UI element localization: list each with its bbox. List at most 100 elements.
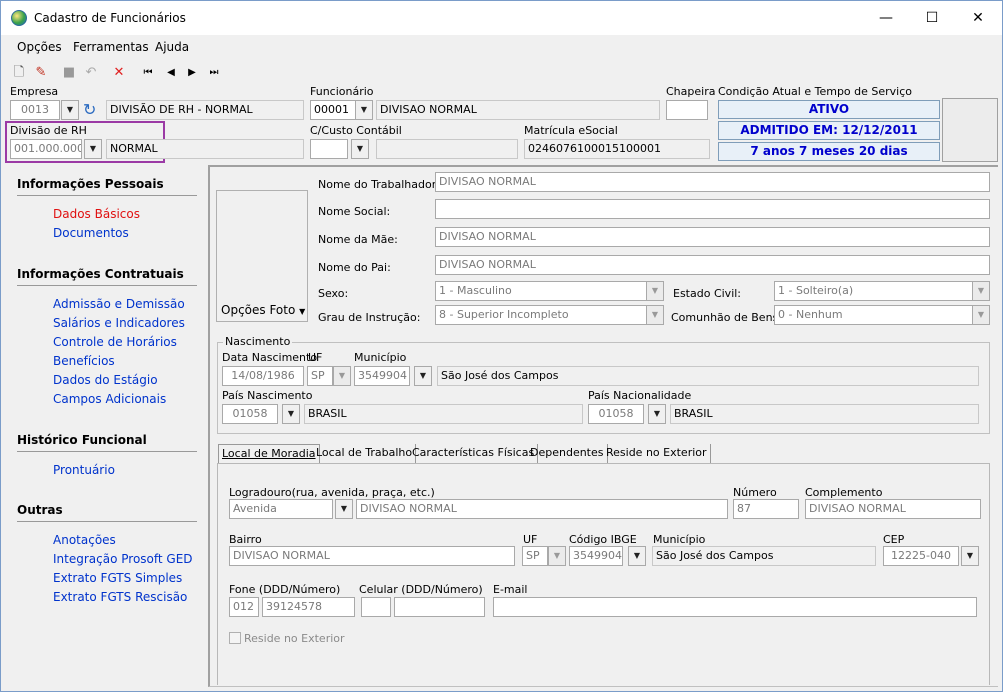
nome-mae-label: Nome da Mãe: <box>318 233 398 246</box>
menu-ferramentas[interactable]: Ferramentas <box>73 40 149 54</box>
grau-instrucao-select[interactable]: 8 - Superior Incompleto <box>435 305 647 325</box>
empresa-dropdown-button[interactable]: ▼ <box>61 100 79 120</box>
sexo-select[interactable]: 1 - Masculino <box>435 281 647 301</box>
municipio-nascimento-code[interactable]: 3549904 <box>354 366 410 386</box>
nome-pai-field[interactable]: DIVISAO NORMAL <box>435 255 990 275</box>
chapeira-field[interactable] <box>666 100 708 120</box>
grau-instrucao-dropdown-button[interactable]: ▼ <box>646 305 664 325</box>
municipio-nascimento-name: São José dos Campos <box>437 366 979 386</box>
new-icon[interactable]: 🗋 <box>11 65 27 81</box>
uf-moradia-dropdown-button[interactable]: ▼ <box>548 546 566 566</box>
condicao-label: Condição Atual e Tempo de Serviço <box>718 85 913 98</box>
ccusto-code-field[interactable] <box>310 139 348 159</box>
chapeira-label: Chapeira <box>666 85 716 98</box>
nav-dados-estagio[interactable]: Dados do Estágio <box>53 373 158 387</box>
divisao-dropdown-button[interactable]: ▼ <box>84 139 102 159</box>
grau-instrucao-label: Grau de Instrução: <box>318 311 421 324</box>
cep-field[interactable]: 12225-040 <box>883 546 959 566</box>
tab-dependentes[interactable]: Dependentes <box>527 444 608 464</box>
menu-bar <box>1 37 1002 57</box>
logradouro-tipo-dropdown-button[interactable]: ▼ <box>335 499 353 519</box>
estado-civil-select[interactable]: 1 - Solteiro(a) <box>774 281 973 301</box>
email-field[interactable] <box>493 597 977 617</box>
nav-dados-basicos[interactable]: Dados Básicos <box>53 207 140 221</box>
pais-nacionalidade-code[interactable]: 01058 <box>588 404 644 424</box>
nav-anotacoes[interactable]: Anotações <box>53 533 116 547</box>
divisao-label: Divisão de RH <box>10 124 87 137</box>
nav-controle-horarios[interactable]: Controle de Horários <box>53 335 177 349</box>
nav-admissao-demissao[interactable]: Admissão e Demissão <box>53 297 185 311</box>
nav-campos-adicionais[interactable]: Campos Adicionais <box>53 392 166 406</box>
codigo-ibge-dropdown-button[interactable]: ▼ <box>628 546 646 566</box>
nav-documentos[interactable]: Documentos <box>53 226 129 240</box>
empresa-code-field[interactable]: 0013 <box>10 100 60 120</box>
uf-moradia-select[interactable]: SP <box>522 546 548 566</box>
funcionario-label: Funcionário <box>310 85 374 98</box>
data-nascimento-field[interactable]: 14/08/1986 <box>222 366 304 386</box>
refresh-icon[interactable]: ↻ <box>83 100 103 120</box>
delete-icon[interactable]: ✕ <box>111 65 127 81</box>
stop-icon[interactable]: ■ <box>61 65 77 81</box>
municipio-nascimento-dropdown-button[interactable]: ▼ <box>414 366 432 386</box>
celular-numero-field[interactable] <box>394 597 485 617</box>
close-button[interactable]: ✕ <box>955 1 1001 35</box>
menu-opcoes[interactable]: Opções <box>17 40 62 54</box>
estado-civil-dropdown-button[interactable]: ▼ <box>972 281 990 301</box>
matricula-field: 0246076100015100001 <box>524 139 710 159</box>
logradouro-field[interactable]: DIVISAO NORMAL <box>356 499 728 519</box>
edit-icon[interactable]: ✎ <box>33 65 49 81</box>
nome-trabalhador-label: Nome do Trabalhador: <box>318 178 440 191</box>
cep-dropdown-button[interactable]: ▼ <box>961 546 979 566</box>
opcoes-foto-button[interactable]: Opções Foto ▼ <box>221 301 307 319</box>
nome-social-field[interactable] <box>435 199 990 219</box>
codigo-ibge-field[interactable]: 3549904 <box>569 546 623 566</box>
comunhao-bens-dropdown-button[interactable]: ▼ <box>972 305 990 325</box>
uf-nascimento-dropdown-button[interactable]: ▼ <box>333 366 351 386</box>
empresa-name-field: DIVISÃO DE RH - NORMAL <box>106 100 304 120</box>
empresa-label: Empresa <box>10 85 59 98</box>
nome-trabalhador-field[interactable]: DIVISAO NORMAL <box>435 172 990 192</box>
nav-prontuario[interactable]: Prontuário <box>53 463 115 477</box>
first-icon[interactable]: ⏮ <box>140 65 156 81</box>
nome-social-label: Nome Social: <box>318 205 391 218</box>
pais-nacionalidade-label: País Nacionalidade <box>588 389 692 402</box>
nav-integracao-ged[interactable]: Integração Prosoft GED <box>53 552 193 566</box>
nav-beneficios[interactable]: Benefícios <box>53 354 115 368</box>
minimize-button[interactable]: — <box>863 1 909 35</box>
next-icon[interactable]: ▶ <box>184 65 200 81</box>
funcionario-code-field[interactable]: 00001 <box>310 100 356 120</box>
undo-icon[interactable]: ↶ <box>83 65 99 81</box>
last-icon[interactable]: ⏭ <box>206 65 222 81</box>
prev-icon[interactable]: ◀ <box>163 65 179 81</box>
maximize-button[interactable]: ☐ <box>909 1 955 35</box>
tab-local-moradia[interactable]: Local de Moradia <box>218 444 320 464</box>
uf-nascimento-select[interactable]: SP <box>307 366 333 386</box>
divisao-code-field[interactable]: 001.000.000 <box>10 139 82 159</box>
celular-ddd-field[interactable] <box>361 597 391 617</box>
ccusto-dropdown-button[interactable]: ▼ <box>351 139 369 159</box>
logradouro-tipo-select[interactable]: Avenida <box>229 499 333 519</box>
fone-numero-field[interactable]: 39124578 <box>262 597 355 617</box>
nav-extrato-fgts-rescisao[interactable]: Extrato FGTS Rescisão <box>53 590 187 604</box>
pais-nascimento-dropdown-button[interactable]: ▼ <box>282 404 300 424</box>
comunhao-bens-select[interactable]: 0 - Nenhum <box>774 305 973 325</box>
nav-extrato-fgts-simples[interactable]: Extrato FGTS Simples <box>53 571 182 585</box>
reside-exterior-checkbox[interactable] <box>229 632 241 644</box>
nome-mae-field[interactable]: DIVISAO NORMAL <box>435 227 990 247</box>
numero-label: Número <box>733 486 777 499</box>
tab-reside-exterior[interactable]: Reside no Exterior <box>603 444 711 464</box>
funcionario-dropdown-button[interactable]: ▼ <box>355 100 373 120</box>
menu-ajuda[interactable]: Ajuda <box>155 40 189 54</box>
tab-local-trabalho[interactable]: Local de Trabalho <box>313 444 417 464</box>
tab-caracteristicas-fisicas[interactable]: Características Físicas <box>409 444 539 464</box>
fone-ddd-field[interactable]: 012 <box>229 597 259 617</box>
pais-nacionalidade-dropdown-button[interactable]: ▼ <box>648 404 666 424</box>
sexo-dropdown-button[interactable]: ▼ <box>646 281 664 301</box>
bairro-field[interactable]: DIVISAO NORMAL <box>229 546 515 566</box>
complemento-field[interactable]: DIVISAO NORMAL <box>805 499 981 519</box>
nav-salarios-indicadores[interactable]: Salários e Indicadores <box>53 316 185 330</box>
pais-nacionalidade-name: BRASIL <box>670 404 979 424</box>
ccusto-label: C/Custo Contábil <box>310 124 402 137</box>
numero-field[interactable]: 87 <box>733 499 799 519</box>
pais-nascimento-code[interactable]: 01058 <box>222 404 278 424</box>
